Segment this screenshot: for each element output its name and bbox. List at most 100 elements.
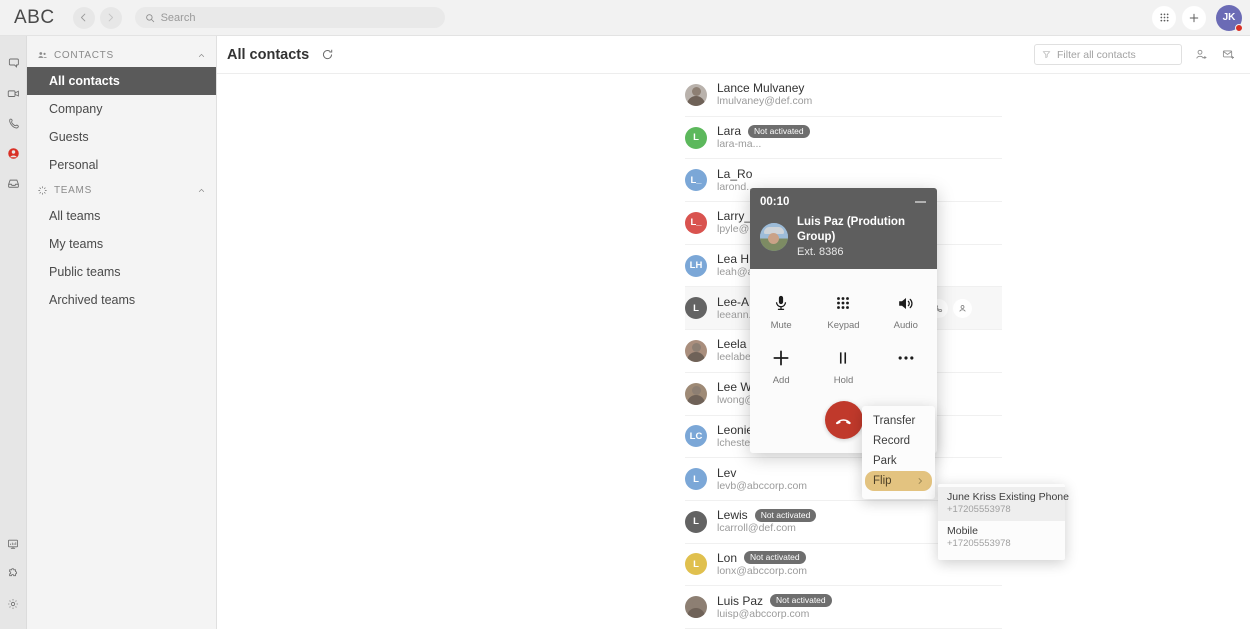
app-body: CONTACTS All contacts Company Guests Per… <box>0 36 1250 629</box>
contact-avatar-initials: L <box>685 297 707 319</box>
rail-item-contacts[interactable] <box>0 138 27 168</box>
contact-row[interactable]: Lance Mulvaneylmulvaney@def.com <box>685 74 1002 117</box>
app-window: ABC Search <box>0 0 1250 629</box>
mute-button[interactable]: Mute <box>750 285 812 334</box>
contact-avatar-photo <box>685 340 707 362</box>
sidebar-item-all-contacts[interactable]: All contacts <box>27 67 216 95</box>
contact-avatar-initials: LC <box>685 425 707 447</box>
invite-by-email-button[interactable] <box>1221 47 1236 62</box>
forward-button[interactable] <box>100 7 122 29</box>
call-options-menu: Transfer Record Park Flip <box>862 406 935 499</box>
chevron-right-icon <box>105 12 116 23</box>
status-badge: Not activated <box>770 594 832 607</box>
filter-contacts-input[interactable]: Filter all contacts <box>1034 44 1182 65</box>
flip-target-name: Mobile <box>947 525 1056 538</box>
sidebar-item-archived-teams[interactable]: Archived teams <box>27 286 216 314</box>
search-input[interactable]: Search <box>135 7 445 28</box>
top-bar-actions: JK <box>1152 5 1242 31</box>
rail-item-messages[interactable] <box>0 48 27 78</box>
sidebar-item-my-teams[interactable]: My teams <box>27 230 216 258</box>
contact-avatar-photo <box>685 596 707 618</box>
menu-item-transfer[interactable]: Transfer <box>862 411 935 431</box>
contact-row[interactable]: Luis PazNot activatedluisp@abccorp.com <box>685 586 1002 629</box>
sidebar-item-personal[interactable]: Personal <box>27 151 216 179</box>
dialpad-button[interactable] <box>1152 6 1176 30</box>
profile-button[interactable] <box>953 299 972 318</box>
contact-email: lonx@abccorp.com <box>717 565 807 578</box>
menu-item-flip[interactable]: Flip <box>865 471 932 491</box>
contact-avatar-photo <box>685 84 707 106</box>
voicemail-inbox-icon <box>6 176 21 191</box>
avatar-initials: JK <box>1223 12 1236 23</box>
hangup-icon <box>834 411 853 430</box>
filter-placeholder: Filter all contacts <box>1057 49 1136 61</box>
audio-label: Audio <box>894 320 918 331</box>
user-avatar[interactable]: JK <box>1216 5 1242 31</box>
new-item-button[interactable] <box>1182 6 1206 30</box>
contacts-list-container[interactable]: Lance Mulvaneylmulvaney@def.com LLaraNot … <box>217 74 1250 629</box>
mute-label: Mute <box>771 320 792 331</box>
sidebar-item-public-teams[interactable]: Public teams <box>27 258 216 286</box>
menu-item-park[interactable]: Park <box>862 451 935 471</box>
refresh-button[interactable] <box>321 48 334 61</box>
status-badge: Not activated <box>748 125 810 138</box>
phone-icon <box>6 116 21 131</box>
rail-item-settings[interactable] <box>0 589 27 619</box>
video-icon <box>6 86 21 101</box>
rail-item-analytics[interactable] <box>0 529 27 559</box>
audio-button[interactable]: Audio <box>875 285 937 334</box>
contact-email: lcarroll@def.com <box>717 522 816 535</box>
contact-avatar-initials: L <box>685 553 707 575</box>
contact-avatar-initials: L <box>685 127 707 149</box>
page-title: All contacts <box>227 47 309 63</box>
left-rail <box>0 36 27 629</box>
contact-name: La_Ro <box>717 167 755 181</box>
menu-item-record[interactable]: Record <box>862 431 935 451</box>
sidebar-item-all-teams[interactable]: All teams <box>27 202 216 230</box>
hold-label: Hold <box>834 375 854 386</box>
contact-email: luisp@abccorp.com <box>717 608 832 621</box>
teams-group-icon <box>37 185 48 196</box>
contact-text: Levlevb@abccorp.com <box>717 466 807 493</box>
rail-item-phone[interactable] <box>0 108 27 138</box>
flip-target-mobile[interactable]: Mobile +17205553978 <box>938 521 1065 555</box>
contact-avatar-initials: L_ <box>685 169 707 191</box>
presence-status-dot <box>1235 24 1243 32</box>
chevron-left-icon <box>78 12 89 23</box>
analytics-icon <box>6 537 20 551</box>
keypad-button[interactable]: Keypad <box>812 285 874 334</box>
sidebar: CONTACTS All contacts Company Guests Per… <box>27 36 217 629</box>
contact-email: lara-ma... <box>717 138 810 151</box>
contact-name: Lance Mulvaney <box>717 81 812 95</box>
microphone-icon <box>772 288 790 318</box>
apps-puzzle-icon <box>6 567 20 581</box>
chevron-up-icon[interactable] <box>197 51 206 60</box>
chevron-up-icon[interactable] <box>197 186 206 195</box>
contacts-icon <box>6 146 21 161</box>
add-call-button[interactable]: Add <box>750 340 812 389</box>
more-options-icon <box>896 343 916 373</box>
menu-item-flip-label: Flip <box>873 475 892 487</box>
hangup-button[interactable] <box>825 401 863 439</box>
speaker-icon <box>896 288 915 318</box>
minimize-call-button[interactable] <box>913 195 927 209</box>
back-button[interactable] <box>73 7 95 29</box>
rail-item-apps[interactable] <box>0 559 27 589</box>
contacts-list: Lance Mulvaneylmulvaney@def.com LLaraNot … <box>217 74 1250 629</box>
rail-item-video[interactable] <box>0 78 27 108</box>
sidebar-group-contacts[interactable]: CONTACTS <box>27 44 216 67</box>
contact-row[interactable]: LLaraNot activatedlara-ma... <box>685 117 1002 160</box>
flip-target-existing-phone[interactable]: June Kriss Existing Phone +17205553978 <box>938 487 1065 521</box>
sidebar-item-company[interactable]: Company <box>27 95 216 123</box>
sidebar-item-guests[interactable]: Guests <box>27 123 216 151</box>
sidebar-group-teams[interactable]: TEAMS <box>27 179 216 202</box>
status-badge: Not activated <box>755 509 817 522</box>
mail-invite-icon <box>1221 47 1236 62</box>
add-contact-button[interactable] <box>1194 47 1209 62</box>
hold-button[interactable]: Hold <box>812 340 874 389</box>
contact-text: Lance Mulvaneylmulvaney@def.com <box>717 81 812 108</box>
more-options-button[interactable] <box>875 340 937 389</box>
rail-item-voicemail[interactable] <box>0 168 27 198</box>
main-content: All contacts F <box>217 36 1250 629</box>
contact-text: LonNot activatedlonx@abccorp.com <box>717 551 807 578</box>
